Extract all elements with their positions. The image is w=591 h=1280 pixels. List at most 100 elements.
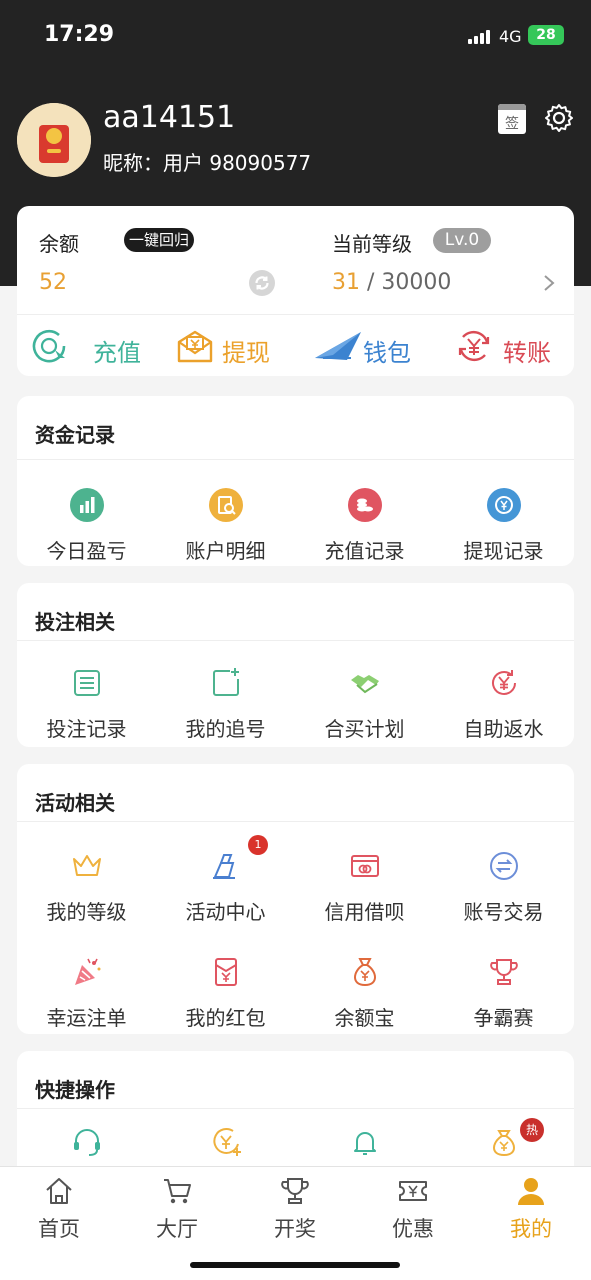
item-label: 账户明细 [185, 539, 266, 563]
trophy-icon [279, 1175, 311, 1207]
tab-draw[interactable]: 开奖 [236, 1167, 354, 1247]
list-icon [70, 666, 104, 700]
nickname: 昵称：用户 98090577 [103, 151, 312, 175]
exchange-icon [487, 849, 521, 883]
chevron-right-icon[interactable] [542, 274, 556, 292]
wallet-label: 钱包 [363, 339, 411, 367]
add-note-icon [209, 666, 243, 700]
item-label: 我的追号 [185, 717, 266, 741]
divider [17, 1108, 574, 1109]
championship-item[interactable]: 争霸赛 [434, 941, 573, 1031]
self-rebate-item[interactable]: 自助返水 [434, 652, 573, 742]
bell-icon [348, 1125, 382, 1159]
status-time: 17:29 [44, 22, 115, 47]
divider [17, 314, 574, 315]
gear-icon[interactable] [544, 103, 574, 133]
level-current: 31 [332, 270, 360, 295]
withdraw-label: 提现 [222, 339, 270, 367]
yen-add-icon [209, 1125, 243, 1159]
balance-value: 52 [39, 270, 67, 295]
level-progress[interactable]: 31 / 30000 [332, 270, 451, 295]
status-bar: 17:29 4G 28 [0, 0, 591, 70]
credit-loan-item[interactable]: 信用借呗 [295, 835, 434, 925]
refresh-icon[interactable] [249, 270, 275, 296]
notification-badge: 1 [248, 835, 268, 855]
chart-icon [70, 488, 104, 522]
home-icon [43, 1175, 75, 1207]
network-type: 4G [499, 27, 522, 46]
item-label: 我的红包 [185, 1006, 266, 1030]
item-label: 自助返水 [463, 717, 544, 741]
tab-lobby[interactable]: 大厅 [118, 1167, 236, 1247]
item-label: 合买计划 [324, 717, 405, 741]
my-level-item[interactable]: 我的等级 [17, 835, 156, 925]
envelope-yen-icon [176, 328, 214, 364]
one-key-return-button[interactable]: 一键回归 [124, 228, 195, 252]
signal-icon [468, 28, 492, 44]
item-label: 今日盈亏 [46, 539, 127, 563]
yuebao-item[interactable]: 余额宝 [295, 941, 434, 1031]
divider [17, 459, 574, 460]
item-label: 信用借呗 [324, 900, 405, 924]
level-badge: Lv.0 [433, 228, 491, 253]
lucky-order-item[interactable]: 幸运注单 [17, 941, 156, 1031]
recharge-icon [31, 328, 69, 364]
fund-records-section: 资金记录 今日盈亏 账户明细 充值记录 提现记录 [17, 396, 574, 566]
divider [17, 640, 574, 641]
account-detail-item[interactable]: 账户明细 [156, 474, 295, 564]
recharge-records-item[interactable]: 充值记录 [295, 474, 434, 564]
level-separator: / [360, 270, 382, 295]
account-trade-item[interactable]: 账号交易 [434, 835, 573, 925]
withdraw-icon [487, 488, 521, 522]
activity-center-item[interactable]: 1 活动中心 [156, 835, 295, 925]
today-profit-item[interactable]: 今日盈亏 [17, 474, 156, 564]
level-label: 当前等级 [332, 232, 412, 256]
sign-label: 签 [505, 116, 519, 132]
party-icon [70, 955, 104, 989]
wallet-button[interactable]: 钱包 [313, 324, 423, 368]
detail-icon [209, 488, 243, 522]
tab-label: 我的 [510, 1217, 552, 1241]
withdraw-button[interactable]: 提现 [176, 324, 296, 368]
coins-icon [348, 488, 382, 522]
credit-card-icon [348, 849, 382, 883]
home-indicator [190, 1262, 400, 1268]
section-title: 投注相关 [35, 610, 115, 634]
item-label: 活动中心 [185, 900, 266, 924]
my-chase-item[interactable]: 我的追号 [156, 652, 295, 742]
tab-promotions[interactable]: 优惠 [354, 1167, 472, 1247]
paper-plane-icon [313, 328, 363, 364]
tab-label: 开奖 [274, 1217, 316, 1241]
item-label: 充值记录 [324, 539, 405, 563]
item-label: 争霸赛 [473, 1006, 534, 1030]
balance-label: 余额 [39, 232, 79, 256]
headset-icon [70, 1125, 104, 1159]
tab-label: 大厅 [156, 1217, 198, 1241]
transfer-button[interactable]: 转账 [455, 324, 565, 368]
battery-icon: 28 [528, 25, 564, 45]
divider [17, 821, 574, 822]
withdraw-records-item[interactable]: 提现记录 [434, 474, 573, 564]
trophy-icon [487, 955, 521, 989]
section-title: 快捷操作 [35, 1078, 115, 1102]
cart-icon [161, 1175, 193, 1207]
my-red-packet-item[interactable]: 我的红包 [156, 941, 295, 1031]
red-packet-icon [209, 955, 243, 989]
item-label: 投注记录 [46, 717, 127, 741]
ticket-icon [397, 1175, 429, 1207]
tab-mine[interactable]: 我的 [472, 1167, 590, 1247]
crown-icon [70, 849, 104, 883]
section-title: 活动相关 [35, 791, 115, 815]
level-target: 30000 [381, 270, 452, 295]
tab-home[interactable]: 首页 [0, 1167, 118, 1247]
item-label: 幸运注单 [46, 1006, 127, 1030]
recharge-button[interactable]: 充值 [31, 324, 161, 368]
sign-in-button[interactable]: 签 [498, 104, 526, 134]
bet-records-item[interactable]: 投注记录 [17, 652, 156, 742]
group-buy-item[interactable]: 合买计划 [295, 652, 434, 742]
username: aa14151 [103, 100, 236, 135]
transfer-label: 转账 [503, 339, 551, 367]
betting-section: 投注相关 投注记录 我的追号 合买计划 自助返水 [17, 583, 574, 747]
recharge-label: 充值 [93, 339, 141, 367]
avatar[interactable] [17, 103, 91, 177]
